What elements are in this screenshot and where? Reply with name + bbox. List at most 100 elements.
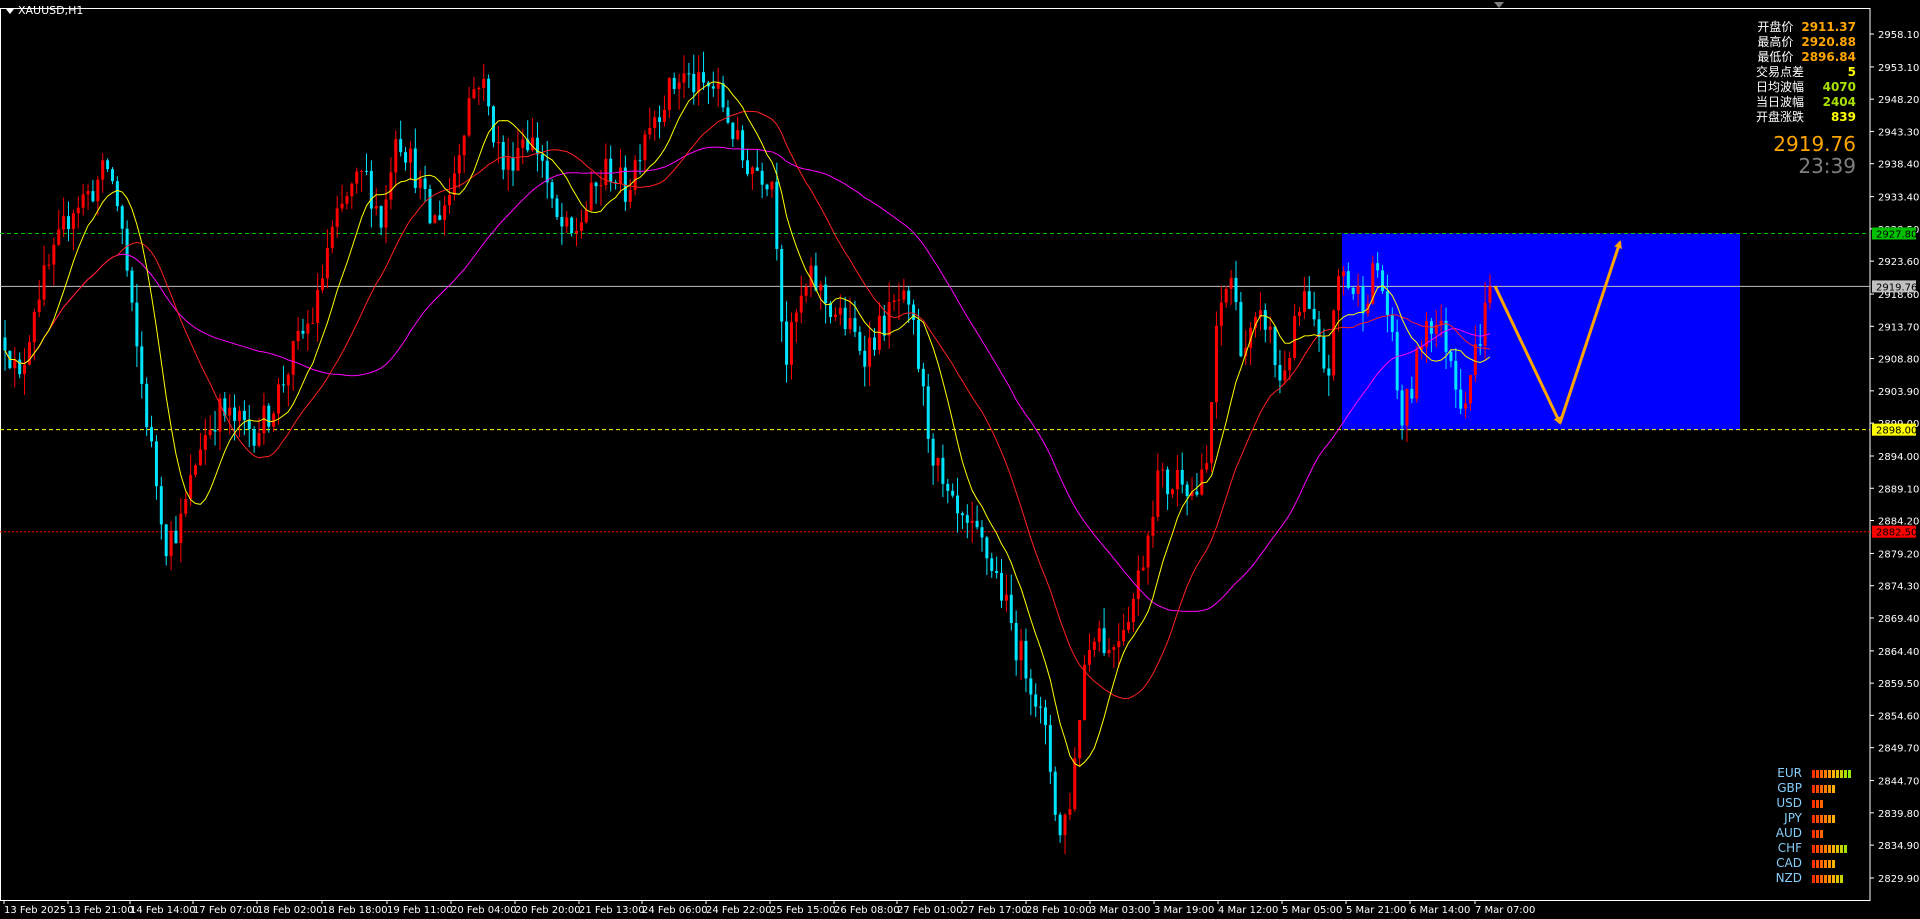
candle-body <box>853 318 857 332</box>
candle-body <box>1146 535 1150 568</box>
strength-row-cad: CAD <box>1770 856 1851 871</box>
strength-bar <box>1824 844 1827 853</box>
candle-body <box>1356 286 1360 294</box>
scroll-marker-icon[interactable] <box>1494 2 1504 8</box>
candle-body <box>467 98 471 136</box>
candle-body <box>882 315 886 336</box>
plot-frame <box>0 8 1871 901</box>
candle-body <box>81 194 85 208</box>
candle-body <box>1488 286 1492 303</box>
strength-bar <box>1844 844 1847 853</box>
x-tick-label: 25 Feb 15:00 <box>770 905 836 916</box>
candle-body <box>760 170 764 185</box>
stat-row: 当日波幅 2404 <box>1756 95 1856 110</box>
symbol-text: XAUUSD,H1 <box>18 4 84 17</box>
strength-bar <box>1820 769 1823 778</box>
strength-bar <box>1816 859 1819 868</box>
dropdown-triangle-icon <box>6 8 14 14</box>
candle-body <box>1410 388 1414 399</box>
candle-body <box>140 346 144 384</box>
candle-body <box>27 342 31 365</box>
candle-body <box>189 474 193 500</box>
strength-bar <box>1816 784 1819 793</box>
candle-body <box>868 337 872 367</box>
candle-body <box>648 127 652 135</box>
strength-bar <box>1836 844 1839 853</box>
candle-body <box>364 170 368 172</box>
currency-label: CAD <box>1776 856 1802 870</box>
candle-body <box>1302 291 1306 312</box>
candle-body <box>902 290 906 300</box>
strength-bars <box>1812 769 1851 778</box>
candle-body <box>1039 706 1043 708</box>
candle-body <box>1122 629 1126 642</box>
candle-body <box>267 405 271 427</box>
candle-body <box>179 513 183 543</box>
candle-body <box>887 302 891 336</box>
candle-body <box>389 172 393 200</box>
strength-bar <box>1816 769 1819 778</box>
candle-body <box>443 205 447 220</box>
candle-body <box>1322 336 1326 369</box>
candle-body <box>1385 291 1389 316</box>
strength-bar <box>1820 799 1823 808</box>
candle-body <box>242 410 246 421</box>
candle-body <box>101 160 105 180</box>
candle-body <box>1175 470 1179 490</box>
candle-body <box>921 368 925 387</box>
stat-label: 开盘价 <box>1757 20 1794 34</box>
strength-bar <box>1844 769 1847 778</box>
candle-body <box>1200 469 1204 495</box>
strength-bar <box>1820 844 1823 853</box>
candle-body <box>91 191 95 202</box>
strength-bar <box>1820 829 1823 838</box>
candle-body <box>37 299 41 313</box>
strength-bar <box>1824 874 1827 883</box>
stat-value: 2404 <box>1822 95 1856 109</box>
candle-body <box>1097 628 1101 642</box>
candle-body <box>1327 368 1331 376</box>
currency-label: JPY <box>1784 811 1802 825</box>
stat-value: 5 <box>1847 65 1856 79</box>
candle-body <box>1376 263 1380 271</box>
candle-body <box>1307 291 1311 309</box>
candle-body <box>1478 344 1482 346</box>
strength-bar <box>1832 814 1835 823</box>
candle-body <box>1000 572 1004 601</box>
candle-body <box>369 170 373 209</box>
candle-body <box>198 449 202 466</box>
y-tick-label: 2894.00 <box>1878 452 1919 463</box>
candle-body <box>697 72 701 93</box>
candle-body <box>233 407 237 421</box>
candle-body <box>521 139 525 148</box>
candle-body <box>228 407 232 416</box>
candle-body <box>379 206 383 228</box>
stat-row: 开盘涨跌 839 <box>1756 110 1856 125</box>
candle-body <box>23 364 27 375</box>
strength-bar <box>1816 799 1819 808</box>
candle-body <box>960 513 964 516</box>
candle-body <box>71 213 75 230</box>
strength-bar <box>1836 874 1839 883</box>
candle-body <box>1210 402 1214 464</box>
candle-body <box>120 206 124 229</box>
strength-bar <box>1824 814 1827 823</box>
x-tick-label: 18 Feb 18:00 <box>322 905 388 916</box>
candle-body <box>511 157 515 171</box>
strength-row-chf: CHF <box>1770 841 1851 856</box>
strength-bars <box>1812 814 1835 823</box>
strength-bar <box>1832 784 1835 793</box>
x-tick-label: 18 Feb 02:00 <box>257 905 323 916</box>
candle-body <box>330 226 334 248</box>
stat-value: 2896.84 <box>1801 50 1856 64</box>
price-chart-svg[interactable]: 2958.10 2953.10 2948.20 2943.30 2938.40 2933.… <box>0 0 1920 919</box>
strength-bars <box>1812 784 1835 793</box>
x-tick-label: 27 Feb 01:00 <box>897 905 963 916</box>
candle-body <box>1346 271 1350 288</box>
strength-bar <box>1832 769 1835 778</box>
candle-body <box>829 303 833 317</box>
chart-area[interactable]: 2958.10 2953.10 2948.20 2943.30 2938.40 2933.… <box>0 0 1920 919</box>
stat-row: 开盘价 2911.37 <box>1756 20 1856 35</box>
y-tick-label: 2938.40 <box>1878 160 1919 171</box>
candle-body <box>1127 622 1131 630</box>
